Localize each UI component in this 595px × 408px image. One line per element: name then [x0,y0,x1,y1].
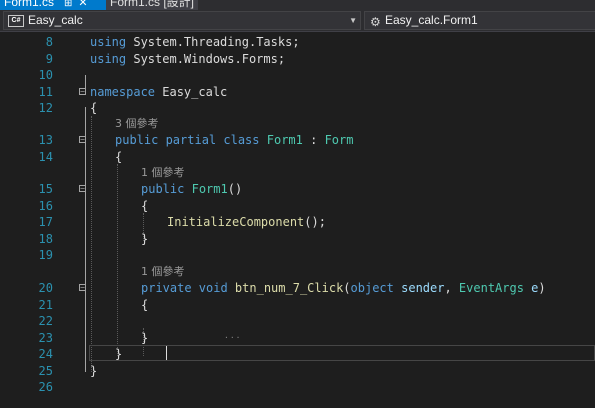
code-line: 26 [0,379,595,396]
line-number: 8 [45,35,53,49]
class-icon: ⚙ [370,15,381,29]
document-tab-bar: Form1.cs ⊞ ✕ Form1.cs [設計] [0,0,595,10]
csharp-project-icon: C# [8,15,24,27]
code-line: 18 } [0,231,595,248]
code-line: 24 } [0,346,595,363]
project-dropdown[interactable]: C# Easy_calc ▼ [3,11,361,30]
line-number: 17 [38,215,53,229]
collapse-icon[interactable]: − [79,284,86,292]
code-line: 23 } [0,330,595,347]
class-member-label: Easy_calc.Form1 [385,13,478,27]
line-number: 21 [38,297,53,312]
codelens-references[interactable]: 1 個參考 [141,165,185,181]
code-text: using System.Windows.Forms; [90,51,286,66]
collapse-icon[interactable]: − [79,87,86,95]
code-text: public partial class Form1 : Form [115,133,354,147]
codelens-references[interactable]: 3 個參考 [115,116,159,132]
code-text: { [115,149,123,164]
code-line: 20 − private void btn_num_7_Click(object… [0,280,595,297]
project-label: Easy_calc [28,13,83,27]
tab-label: Form1.cs [設計] [110,0,195,9]
line-number: 13 [38,133,53,147]
code-line: 22 [0,313,595,330]
code-line: 11 − namespace Easy_calc [0,84,595,101]
navigation-bar: C# Easy_calc ▼ ⚙ Easy_calc.Form1 [0,10,595,32]
code-text: { [141,198,149,213]
code-line: 17 InitializeComponent(); [0,214,595,231]
line-number: 9 [45,51,53,66]
close-icon[interactable]: ✕ [78,0,87,9]
line-number: 18 [38,231,53,246]
code-text: private void btn_num_7_Click(object send… [141,281,546,295]
code-line: 21 { [0,297,595,314]
line-number: 12 [38,101,53,115]
code-text: InitializeComponent(); [167,215,326,229]
code-line: 9 using System.Windows.Forms; [0,51,595,68]
line-number: 14 [38,149,53,164]
line-number: 23 [38,330,53,345]
code-editor[interactable]: ··· 8 using System.Threading.Tasks; 9 us… [0,32,595,408]
code-text: } [141,231,149,246]
code-line: 10 [0,67,595,84]
code-text: } [90,363,98,378]
line-number: 22 [38,314,53,328]
chevron-down-icon: ▼ [349,16,357,25]
code-line: 14 { [0,149,595,166]
line-number: 16 [38,198,53,213]
code-line: 19 [0,247,595,264]
code-text: } [115,347,123,361]
code-text: public Form1() [141,182,243,196]
tab-form1-code[interactable]: Form1.cs ⊞ ✕ [0,0,108,10]
code-line: 16 { [0,198,595,215]
code-text: } [141,330,149,345]
codelens-references[interactable]: 1 個參考 [141,264,185,280]
code-line: 15 − public Form1() [0,181,595,198]
code-text: { [141,297,149,312]
line-number: 15 [38,182,53,196]
line-number: 25 [38,363,53,378]
line-number: 20 [38,281,53,295]
tab-form1-designer[interactable]: Form1.cs [設計] [106,0,199,10]
code-line: 12 { [0,100,595,117]
code-text: namespace Easy_calc [90,84,228,99]
code-text: using System.Threading.Tasks; [90,35,300,49]
code-line: 25 } [0,363,595,380]
tab-label: Form1.cs [4,0,55,9]
code-line: 13 − public partial class Form1 : Form [0,132,595,149]
line-number: 11 [38,84,53,99]
class-member-dropdown[interactable]: ⚙ Easy_calc.Form1 [364,11,595,30]
code-line: 8 using System.Threading.Tasks; [0,34,595,51]
collapse-icon[interactable]: − [79,136,86,144]
line-number: 19 [38,248,53,262]
line-number: 26 [38,380,53,394]
code-text: { [90,101,98,115]
collapse-icon[interactable]: − [79,185,86,193]
line-number: 24 [38,347,53,361]
pin-icon[interactable]: ⊞ [64,0,72,9]
line-number: 10 [38,68,53,82]
